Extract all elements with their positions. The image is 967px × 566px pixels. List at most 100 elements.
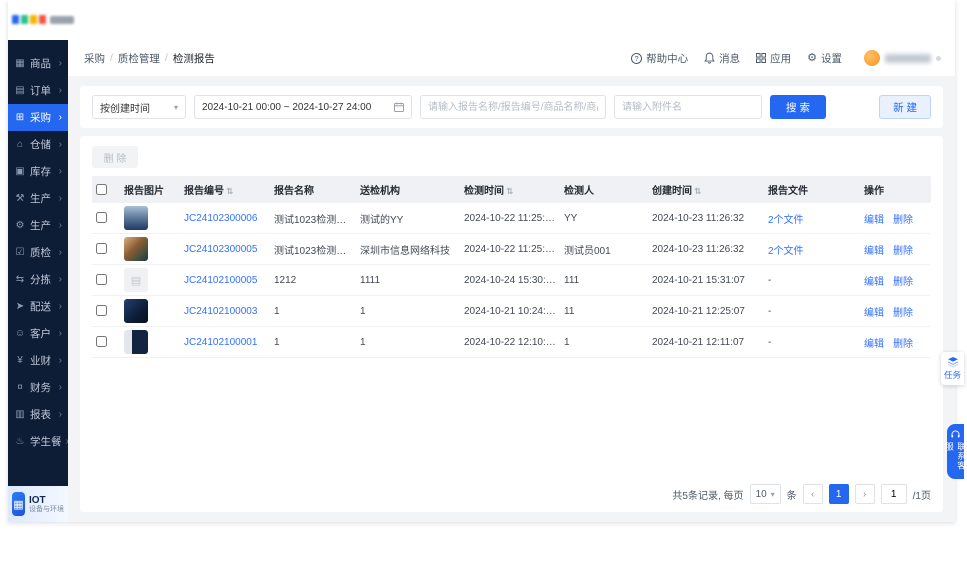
- sidebar-item-quality[interactable]: ☑ 质检 ›: [8, 239, 68, 266]
- sidebar-item-orders[interactable]: ▤ 订单 ›: [8, 77, 68, 104]
- sidebar-item-business-finance[interactable]: ¥ 业财 ›: [8, 347, 68, 374]
- agency: 测试的YY: [360, 214, 404, 226]
- bulk-delete-button[interactable]: 删 除: [92, 146, 138, 168]
- sidebar-item-label: 商品: [30, 58, 51, 70]
- chevron-right-icon: ›: [58, 301, 62, 312]
- report-number-link[interactable]: JC24102100003: [184, 306, 257, 317]
- column-label: 操作: [864, 186, 884, 197]
- report-number-link[interactable]: JC24102300006: [184, 213, 257, 224]
- sidebar-item-finance[interactable]: ¤ 财务 ›: [8, 374, 68, 401]
- search-button[interactable]: 搜 索: [770, 95, 826, 119]
- sidebar-item-purchase[interactable]: ⊞ 采购 ›: [8, 104, 68, 131]
- delete-link[interactable]: 删除: [893, 211, 913, 226]
- sidebar-item-production-2[interactable]: ⚙ 生产 ›: [8, 212, 68, 239]
- sort-icon[interactable]: ⇅: [506, 186, 513, 196]
- report-name: 测试1023检测报告: [274, 245, 356, 257]
- next-page-button[interactable]: ›: [854, 484, 875, 504]
- report-thumbnail[interactable]: [124, 299, 148, 323]
- sidebar-item-student-meal[interactable]: ♨学生餐›: [8, 428, 68, 455]
- time-field-select[interactable]: 按创建时间 ▾: [92, 95, 186, 119]
- delete-link[interactable]: 删除: [893, 273, 913, 288]
- chevron-right-icon: ›: [58, 409, 62, 420]
- sidebar-item-inventory[interactable]: ▣ 库存 ›: [8, 158, 68, 185]
- report-thumbnail[interactable]: [124, 237, 148, 261]
- table-row: JC24102100003 1 1 2024-10-21 10:24:00 11…: [92, 296, 931, 327]
- table-row: JC24102100005 1212 1111 2024-10-24 15:30…: [92, 265, 931, 296]
- tester: 11: [564, 305, 575, 317]
- select-all-checkbox[interactable]: [96, 183, 107, 195]
- page-jump-suffix: /1页: [912, 490, 931, 502]
- row-checkbox[interactable]: [96, 305, 107, 317]
- report-thumbnail[interactable]: [124, 268, 148, 292]
- files-link[interactable]: 2个文件: [768, 246, 804, 257]
- column-header: 送检机构: [356, 182, 460, 197]
- row-checkbox[interactable]: [96, 212, 107, 224]
- help-center-button[interactable]: ? 帮助中心: [631, 51, 688, 66]
- column-label: 报告图片: [124, 186, 164, 197]
- page-jump-input[interactable]: [880, 484, 907, 504]
- column-header[interactable]: 报告编号 ⇅: [180, 182, 270, 197]
- page-1-button[interactable]: 1: [828, 484, 849, 504]
- help-icon: ?: [631, 52, 643, 64]
- breadcrumb-separator: /: [110, 52, 113, 64]
- chevron-right-icon: ›: [58, 193, 62, 204]
- sidebar-item-sorting[interactable]: ⇆ 分拣 ›: [8, 266, 68, 293]
- chevron-right-icon: ›: [58, 355, 62, 366]
- sidebar-item-label: 库存: [30, 166, 51, 178]
- sidebar: ▦ 商品 › ▤ 订单 › ⊞ 采购 › ⌂ 仓储 › ▣ 库存 › ⚒ 生产 › ⚙ 生产 › ☑ 质检 › ⇆ 分拣 › ➤ 配送 ›…: [8, 40, 68, 522]
- tester: 111: [564, 274, 580, 286]
- date-range-picker[interactable]: 2024-10-21 00:00 ~ 2024-10-27 24:00: [194, 95, 412, 119]
- sidebar-item-reports[interactable]: ▥ 报表 ›: [8, 401, 68, 428]
- report-number-link[interactable]: JC24102100001: [184, 337, 257, 348]
- create-button[interactable]: 新 建: [879, 95, 931, 119]
- sidebar-item-production-1[interactable]: ⚒ 生产 ›: [8, 185, 68, 212]
- row-checkbox[interactable]: [96, 274, 107, 286]
- delete-link[interactable]: 删除: [893, 304, 913, 319]
- time-field-label: 按创建时间: [100, 103, 150, 115]
- column-header[interactable]: 检测时间 ⇅: [460, 182, 560, 197]
- calendar-icon: [394, 102, 404, 112]
- sidebar-item-label: 财务: [30, 382, 51, 394]
- row-checkbox[interactable]: [96, 243, 107, 255]
- column-label: 报告文件: [768, 186, 808, 197]
- iot-cube-icon: ▦: [12, 492, 25, 516]
- pagination-summary: 共5条记录, 每页: [672, 490, 744, 502]
- page-header: 采购 / 质检管理 / 检测报告 ? 帮助中心 消息 应用 ⚙ 设置: [68, 40, 955, 76]
- edit-link[interactable]: 编辑: [864, 273, 884, 288]
- page-size-select[interactable]: 10 ▾: [749, 484, 781, 504]
- settings-button[interactable]: ⚙ 设置: [807, 51, 842, 66]
- task-float-button[interactable]: 任务: [941, 352, 964, 385]
- edit-link[interactable]: 编辑: [864, 211, 884, 226]
- orders-icon: ▤: [15, 85, 25, 96]
- sidebar-item-customers[interactable]: ☺ 客户 ›: [8, 320, 68, 347]
- prev-page-button[interactable]: ‹: [802, 484, 823, 504]
- keyword-search-input[interactable]: [420, 95, 606, 119]
- messages-button[interactable]: 消息: [704, 51, 740, 66]
- gear-icon: ⚙: [807, 51, 817, 64]
- delete-link[interactable]: 删除: [893, 335, 913, 350]
- customer-support-button[interactable]: 联系客服: [945, 424, 967, 479]
- sort-icon[interactable]: ⇅: [694, 186, 701, 196]
- column-header[interactable]: 创建时间 ⇅: [648, 182, 764, 197]
- breadcrumb-quality-management[interactable]: 质检管理: [118, 51, 160, 66]
- row-checkbox[interactable]: [96, 336, 107, 348]
- sidebar-item-delivery[interactable]: ➤ 配送 ›: [8, 293, 68, 320]
- files-empty: -: [768, 305, 772, 317]
- report-number-link[interactable]: JC24102100005: [184, 275, 257, 286]
- report-thumbnail[interactable]: [124, 206, 148, 230]
- edit-link[interactable]: 编辑: [864, 335, 884, 350]
- attachment-search-input[interactable]: [614, 95, 762, 119]
- edit-link[interactable]: 编辑: [864, 242, 884, 257]
- files-link[interactable]: 2个文件: [768, 215, 804, 226]
- sidebar-item-warehouse[interactable]: ⌂ 仓储 ›: [8, 131, 68, 158]
- report-number-link[interactable]: JC24102300005: [184, 244, 257, 255]
- user-menu[interactable]: [864, 50, 941, 66]
- edit-link[interactable]: 编辑: [864, 304, 884, 319]
- sidebar-item-goods[interactable]: ▦ 商品 ›: [8, 50, 68, 77]
- delete-link[interactable]: 删除: [893, 242, 913, 257]
- apps-button[interactable]: 应用: [756, 51, 791, 66]
- chevron-right-icon: ›: [58, 220, 62, 231]
- breadcrumb-purchase[interactable]: 采购: [84, 51, 105, 66]
- sort-icon[interactable]: ⇅: [226, 186, 233, 196]
- report-thumbnail[interactable]: [124, 330, 148, 354]
